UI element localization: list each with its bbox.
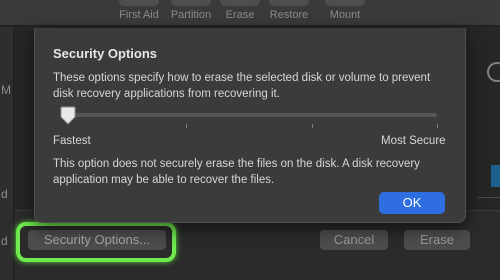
- erase-button[interactable]: Erase: [404, 230, 470, 250]
- erase-icon: [220, 0, 260, 6]
- erase-tool[interactable]: Erase: [220, 0, 260, 21]
- restore-tool[interactable]: Restore: [264, 0, 314, 21]
- sidebar-item-fragment[interactable]: M: [1, 83, 11, 97]
- highlight-ring: [16, 222, 176, 262]
- partition-label: Partition: [170, 9, 212, 21]
- first-aid-label: First Aid: [119, 9, 159, 21]
- first-aid-tool[interactable]: First Aid: [114, 0, 164, 21]
- sidebar-item-fragment[interactable]: d: [1, 234, 8, 248]
- restore-icon: [269, 0, 309, 6]
- slider-thumb[interactable]: [60, 106, 76, 126]
- slider-tick: [437, 124, 438, 128]
- erase-label: Erase: [225, 9, 255, 21]
- slider-tick: [186, 124, 187, 128]
- usage-bar: [491, 165, 500, 187]
- sheet-description: These options specify how to erase the s…: [53, 72, 431, 100]
- disk-icon: [487, 62, 500, 82]
- sidebar: M d d: [0, 27, 14, 280]
- partition-tool[interactable]: Partition: [166, 0, 216, 21]
- disk-utility-window: First Aid Partition Erase Restore Mount …: [0, 0, 500, 280]
- toolbar: First Aid Partition Erase Restore Mount: [0, 0, 500, 26]
- security-options-sheet: Security Options These options specify h…: [34, 28, 466, 223]
- slider-track[interactable]: [61, 113, 437, 117]
- first-aid-icon: [119, 0, 159, 6]
- ok-button[interactable]: OK: [379, 192, 445, 214]
- sidebar-item-fragment[interactable]: d: [1, 187, 8, 201]
- slider-tick: [312, 124, 313, 128]
- mount-label: Mount: [329, 9, 361, 21]
- mount-icon: [325, 0, 365, 6]
- restore-label: Restore: [269, 9, 309, 21]
- mount-tool[interactable]: Mount: [320, 0, 370, 21]
- sheet-title: Security Options: [53, 46, 158, 61]
- slider-thumb-icon: [60, 106, 76, 125]
- cancel-button[interactable]: Cancel: [320, 230, 388, 250]
- slider-min-label: Fastest: [53, 135, 91, 147]
- security-level-info: This option does not securely erase the …: [53, 158, 420, 186]
- divider: [478, 197, 500, 198]
- partition-icon: [171, 0, 211, 6]
- slider-max-label: Most Secure: [381, 135, 446, 147]
